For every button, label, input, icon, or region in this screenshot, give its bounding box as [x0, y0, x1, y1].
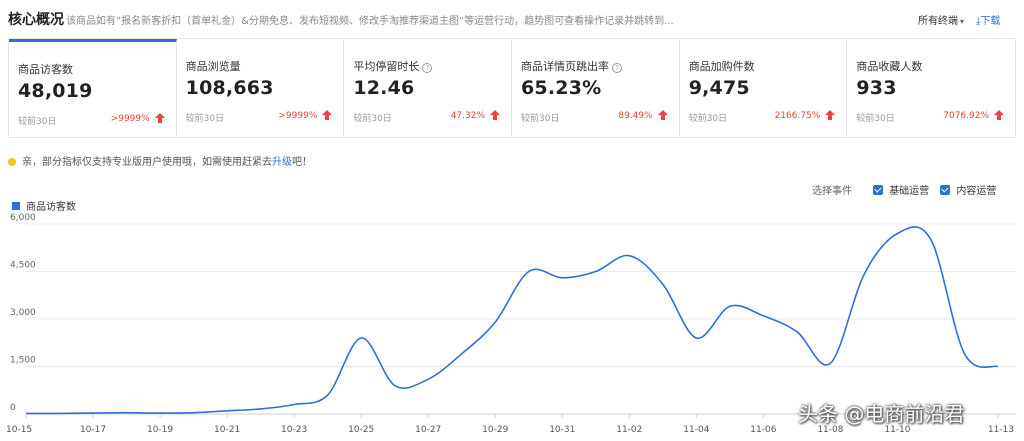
metric-value: 65.23%: [521, 77, 602, 99]
x-tick-label: 11-02: [616, 425, 642, 435]
notice-text-end: 吧！: [292, 157, 312, 168]
overview-description: 该商品如有“报名新客折扣（首单礼金）&分期免息、发布短视频、修改手淘推荐渠道主图…: [66, 16, 674, 27]
y-tick-label: 1,500: [10, 356, 36, 366]
metric-name: 商品访客数: [18, 61, 73, 77]
x-tick-label: 10-21: [214, 425, 240, 435]
metric-card[interactable]: 商品收藏人数 933 较前30日 7076.92%: [847, 39, 1015, 137]
arrow-up-icon: [154, 113, 165, 123]
event-checkbox-content[interactable]: 内容运营: [940, 182, 996, 197]
arrow-up-icon: [994, 110, 1005, 120]
metric-change: 89.49%: [618, 111, 653, 121]
y-tick-label: 4,500: [10, 261, 36, 271]
x-tick-label: 10-29: [482, 425, 508, 435]
arrow-up-icon: [657, 110, 668, 120]
upgrade-link[interactable]: 升级: [272, 157, 292, 168]
metric-change: >9999%: [278, 111, 318, 121]
event-checkbox-basic[interactable]: 基础运营: [873, 182, 929, 197]
metric-change: 2166.75%: [774, 111, 821, 121]
help-icon[interactable]: ?: [612, 63, 623, 73]
arrow-up-icon: [322, 110, 333, 120]
x-tick-label: 10-25: [348, 425, 374, 435]
metric-change: 47.32%: [450, 111, 486, 121]
metric-card[interactable]: 商品详情页跳出率? 65.23% 较前30日 89.49%: [512, 39, 680, 137]
x-tick-label: 10-31: [549, 425, 575, 435]
checkbox-checked-icon: [940, 185, 951, 195]
metric-name: 商品收藏人数: [856, 58, 922, 74]
chevron-down-icon: ▾: [960, 17, 965, 26]
metric-name-text: 商品浏览量: [185, 60, 241, 73]
metric-name-text: 商品详情页跳出率: [521, 60, 610, 73]
download-label: 下载: [980, 16, 1001, 27]
event-option-label: 基础运营: [889, 186, 930, 197]
metric-value: 12.46: [353, 77, 415, 99]
event-option-label: 内容运营: [956, 186, 997, 197]
metric-change: >9999%: [110, 114, 150, 124]
arrow-up-icon: [825, 110, 836, 120]
event-filter: 选择事件 基础运营 内容运营: [812, 182, 996, 197]
metric-name-text: 商品收藏人数: [856, 60, 923, 73]
metric-compare-label: 较前30日: [18, 117, 57, 127]
metric-name-text: 商品加购件数: [688, 60, 755, 73]
metric-card[interactable]: 商品浏览量 108,663 较前30日 >9999%: [177, 39, 345, 137]
arrow-up-icon: [490, 110, 501, 120]
metric-name: 商品浏览量: [186, 58, 241, 74]
x-tick-label: 10-27: [415, 425, 441, 435]
y-tick-label: 6,000: [10, 213, 36, 223]
metric-name-text: 商品访客数: [18, 63, 73, 76]
metric-card[interactable]: 平均停留时长? 12.46 较前30日 47.32%: [344, 39, 513, 137]
x-tick-label: 10-17: [80, 425, 106, 435]
legend-swatch: [12, 202, 20, 210]
metric-compare-label: 较前30日: [353, 114, 392, 124]
metric-compare-label: 较前30日: [185, 114, 225, 124]
metric-compare-label: 较前30日: [856, 114, 895, 124]
help-icon[interactable]: ?: [422, 63, 433, 73]
metric-card[interactable]: 商品加购件数 9,475 较前30日 2166.75%: [680, 39, 848, 137]
metric-compare-label: 较前30日: [688, 114, 728, 124]
page-title: 核心概况: [8, 12, 64, 28]
upgrade-notice: 亲，部分指标仅支持专业版用户使用哦，如需使用赶紧去升级吧！: [8, 153, 312, 168]
x-tick-label: 10-19: [147, 425, 173, 435]
download-button[interactable]: ⤓下载: [976, 12, 1000, 27]
watermark: 头条 @电商前沿君: [798, 402, 965, 426]
metric-card[interactable]: 商品访客数 48,019 较前30日 >9999%: [9, 39, 177, 137]
terminal-select[interactable]: 所有终端 ▾: [918, 12, 964, 27]
terminal-select-label: 所有终端: [918, 16, 958, 27]
metric-value: 9,475: [688, 77, 750, 99]
metric-cards: 商品访客数 48,019 较前30日 >9999% 商品浏览量 108,663 …: [8, 38, 1016, 138]
checkbox-checked-icon: [873, 185, 884, 195]
y-tick-label: 3,000: [10, 308, 36, 318]
info-dot-icon: [8, 158, 16, 166]
x-tick-label: 10-23: [281, 425, 307, 435]
x-tick-label: 11-04: [683, 425, 709, 435]
metric-value: 108,663: [185, 77, 274, 99]
event-filter-label: 选择事件: [812, 186, 852, 197]
x-tick-label: 11-13: [988, 425, 1014, 435]
series-line: [26, 226, 999, 415]
x-tick-label: 11-06: [750, 425, 776, 435]
y-tick-label: 0: [10, 403, 16, 413]
metric-name: 平均停留时长?: [353, 58, 433, 74]
metric-name: 商品详情页跳出率?: [521, 58, 623, 74]
metric-compare-label: 较前30日: [521, 114, 560, 124]
metric-name-text: 平均停留时长: [353, 60, 420, 73]
metric-change: 7076.92%: [943, 111, 990, 121]
notice-text: 亲，部分指标仅支持专业版用户使用哦，如需使用赶紧去: [22, 157, 272, 168]
core-overview-header: 核心概况 该商品如有“报名新客折扣（首单礼金）&分期免息、发布短视频、修改手淘推…: [0, 0, 1024, 38]
metric-name: 商品加购件数: [689, 58, 755, 74]
x-tick-label: 10-15: [6, 425, 32, 435]
metric-value: 48,019: [18, 80, 93, 102]
metric-value: 933: [856, 77, 897, 99]
